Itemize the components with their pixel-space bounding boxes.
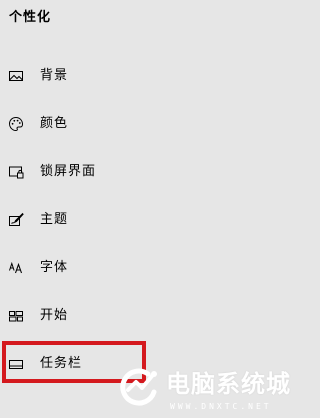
nav-item-colors[interactable]: 颜色 bbox=[0, 104, 311, 144]
theme-brush-icon bbox=[8, 212, 24, 228]
nav-item-lock-screen[interactable]: 锁屏界面 bbox=[0, 152, 311, 192]
settings-sidebar: 个性化 背景 颜色 锁屏界面 主题 字体 开始 任务栏 电脑系统城 WWW.DN… bbox=[0, 0, 311, 418]
nav-item-label: 背景 bbox=[40, 68, 69, 83]
nav-item-start[interactable]: 开始 bbox=[0, 296, 311, 336]
nav-item-themes[interactable]: 主题 bbox=[0, 200, 311, 240]
start-tiles-icon bbox=[8, 308, 24, 324]
lock-screen-icon bbox=[8, 164, 24, 180]
nav-item-background[interactable]: 背景 bbox=[0, 56, 311, 96]
nav-item-label: 颜色 bbox=[40, 116, 69, 131]
nav-item-label: 任务栏 bbox=[40, 356, 83, 371]
font-icon bbox=[8, 260, 24, 276]
nav-item-label: 开始 bbox=[40, 308, 69, 323]
nav-item-label: 字体 bbox=[40, 260, 69, 275]
watermark-url: WWW.DNXTC.NET bbox=[170, 402, 272, 411]
taskbar-icon bbox=[8, 356, 24, 372]
nav-item-taskbar[interactable]: 任务栏 bbox=[0, 344, 311, 384]
nav-item-label: 主题 bbox=[40, 212, 69, 227]
nav-item-fonts[interactable]: 字体 bbox=[0, 248, 311, 288]
section-title: 个性化 bbox=[9, 10, 52, 25]
picture-icon bbox=[8, 68, 24, 84]
nav-item-label: 锁屏界面 bbox=[40, 164, 97, 179]
palette-icon bbox=[8, 116, 24, 132]
